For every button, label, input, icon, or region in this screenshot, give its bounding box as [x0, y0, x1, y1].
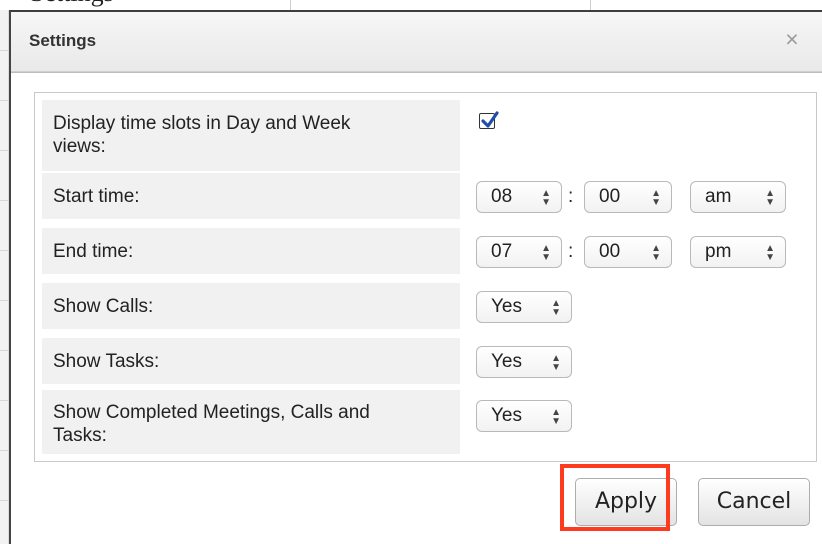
select-arrows-icon: ▲ ▼ [765, 243, 775, 264]
time-separator: : [568, 241, 574, 262]
end-time-label: End time: [42, 228, 460, 274]
background-page-left [0, 10, 9, 544]
end-minute-select[interactable]: 00 ▲ ▼ [584, 236, 672, 268]
display-time-slots-label: Display time slots in Day and Week views… [42, 100, 460, 171]
close-icon: × [785, 26, 799, 52]
header-divider [11, 72, 822, 73]
background-page-text: Settings [30, 0, 114, 8]
display-time-slots-checkbox[interactable] [479, 111, 499, 129]
row-show-tasks: Show Tasks: Yes ▲ ▼ [42, 338, 811, 384]
show-completed-label: Show Completed Meetings, Calls and Tasks… [42, 390, 460, 454]
background-page-top: Settings [0, 0, 822, 10]
show-tasks-select[interactable]: Yes ▲ ▼ [476, 346, 572, 378]
show-calls-label: Show Calls: [42, 283, 460, 329]
end-meridiem-select[interactable]: pm ▲ ▼ [690, 236, 786, 268]
row-show-calls: Show Calls: Yes ▲ ▼ [42, 283, 811, 329]
time-separator: : [568, 186, 574, 207]
background-divider [590, 0, 591, 10]
row-start-time: Start time: 08 ▲ ▼ : 00 ▲ ▼ am ▲ ▼ [42, 173, 811, 219]
cancel-button[interactable]: Cancel [698, 478, 810, 526]
select-arrows-icon: ▲ ▼ [551, 298, 561, 319]
select-arrows-icon: ▲ ▼ [541, 188, 551, 209]
select-arrows-icon: ▲ ▼ [551, 407, 561, 428]
start-meridiem-select[interactable]: am ▲ ▼ [690, 181, 786, 213]
select-arrows-icon: ▲ ▼ [651, 188, 661, 209]
row-show-completed: Show Completed Meetings, Calls and Tasks… [42, 390, 811, 454]
show-completed-select[interactable]: Yes ▲ ▼ [476, 400, 572, 432]
show-calls-select[interactable]: Yes ▲ ▼ [476, 291, 572, 323]
dialog-title: Settings [29, 31, 97, 50]
show-tasks-label: Show Tasks: [42, 338, 460, 384]
select-arrows-icon: ▲ ▼ [765, 188, 775, 209]
row-display-time-slots: Display time slots in Day and Week views… [42, 100, 811, 171]
start-time-label: Start time: [42, 173, 460, 219]
select-arrows-icon: ▲ ▼ [551, 353, 561, 374]
row-end-time: End time: 07 ▲ ▼ : 00 ▲ ▼ pm ▲ ▼ [42, 228, 811, 274]
apply-highlight-box [560, 464, 670, 531]
start-hour-select[interactable]: 08 ▲ ▼ [476, 181, 562, 213]
settings-form: Display time slots in Day and Week views… [34, 92, 817, 462]
close-button[interactable]: × [778, 25, 806, 53]
checkmark-icon [481, 111, 499, 128]
end-hour-select[interactable]: 07 ▲ ▼ [476, 236, 562, 268]
select-arrows-icon: ▲ ▼ [541, 243, 551, 264]
background-divider [290, 0, 291, 10]
dialog-header: Settings × [11, 10, 822, 72]
select-arrows-icon: ▲ ▼ [651, 243, 661, 264]
start-minute-select[interactable]: 00 ▲ ▼ [584, 181, 672, 213]
settings-dialog: Settings × Display time slots in Day and… [9, 10, 822, 544]
